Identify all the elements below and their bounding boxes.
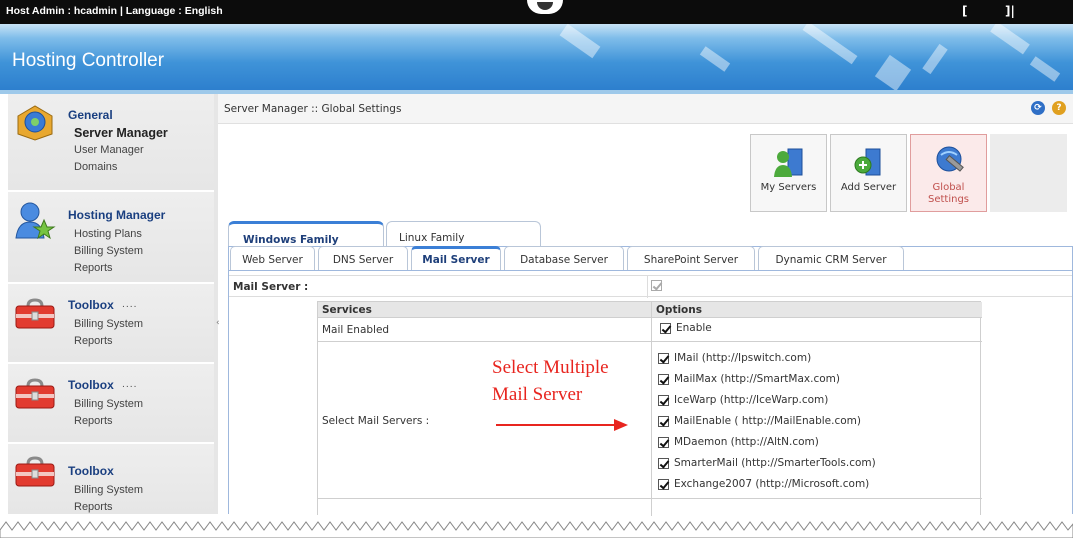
sidebar-section-toolbox: Toolbox .... Billing System Reports: [8, 284, 214, 364]
sidebar-item-reports[interactable]: Reports: [74, 501, 113, 513]
tab-dns-server[interactable]: DNS Server: [318, 246, 408, 270]
sidebar-heading-general[interactable]: General: [68, 108, 113, 122]
sidebar-item-hosting-plans[interactable]: Hosting Plans: [74, 228, 142, 240]
general-settings-icon: [17, 105, 53, 141]
imail-checkbox[interactable]: [658, 352, 669, 364]
tab-linux-family[interactable]: Linux Family: [386, 221, 541, 247]
banner-decoration: [990, 24, 1030, 55]
tab-web-server[interactable]: Web Server: [230, 246, 315, 270]
icewarp-label: IceWarp (http://IceWarp.com): [674, 394, 829, 406]
mail-server-options: IMail (http://Ipswitch.com) MailMax (htt…: [316, 294, 980, 508]
mail-server-option[interactable]: IMail (http://Ipswitch.com): [658, 352, 811, 364]
annotation-text: Select Multiple Mail Server: [492, 354, 609, 408]
mdaemon-checkbox[interactable]: [658, 436, 669, 448]
sidebar-item-reports[interactable]: Reports: [74, 335, 113, 347]
toolbox-ellipsis: ....: [122, 300, 138, 310]
mail-server-label: Mail Server :: [233, 281, 309, 293]
sidebar-section-general: General Server Manager User Manager Doma…: [8, 94, 214, 192]
sidebar-section-toolbox: Toolbox .... Billing System Reports: [8, 364, 214, 444]
session-info: Host Admin : hcadmin | Language : Englis…: [6, 5, 223, 17]
refresh-icon[interactable]: ⟳: [1031, 101, 1045, 115]
banner-decoration: [922, 43, 948, 75]
smartermail-checkbox[interactable]: [658, 457, 669, 469]
mdaemon-label: MDaemon (http://AltN.com): [674, 436, 819, 448]
imail-label: IMail (http://Ipswitch.com): [674, 352, 812, 364]
banner-decoration: [1029, 56, 1061, 82]
my-servers-label: My Servers: [760, 182, 817, 193]
exchange2007-checkbox[interactable]: [658, 478, 669, 490]
toolbox-icon: [15, 298, 55, 329]
sidebar-heading-toolbox[interactable]: Toolbox: [68, 464, 114, 478]
tab-sharepoint-server[interactable]: SharePoint Server: [627, 246, 755, 270]
sidebar-item-billing-system[interactable]: Billing System: [74, 245, 143, 257]
mail-server-option[interactable]: SmarterMail (http://SmarterTools.com): [658, 457, 876, 469]
banner-decoration: [559, 24, 601, 59]
add-server-button[interactable]: Add Server: [830, 134, 907, 212]
sidebar-item-reports[interactable]: Reports: [74, 415, 113, 427]
toolbox-icon: [15, 378, 55, 409]
top-bar-bracket-left: [: [962, 4, 968, 18]
mailmax-checkbox[interactable]: [658, 373, 669, 385]
sidebar-item-server-manager[interactable]: Server Manager: [74, 126, 168, 140]
sidebar-section-toolbox: Toolbox Billing System Reports: [8, 444, 214, 514]
my-servers-button[interactable]: My Servers: [750, 134, 827, 212]
icewarp-checkbox[interactable]: [658, 394, 669, 406]
app-title: Hosting Controller: [12, 50, 165, 71]
annotation-line-2: Mail Server: [492, 384, 583, 405]
mailmax-label: MailMax (http://SmartMax.com): [674, 373, 840, 385]
sidebar: General Server Manager User Manager Doma…: [8, 94, 214, 514]
smartermail-label: SmarterMail (http://SmarterTools.com): [674, 457, 876, 469]
toolbox-icon: [15, 456, 55, 487]
mail-server-option[interactable]: MailMax (http://SmartMax.com): [658, 373, 840, 385]
add-server-label: Add Server: [840, 182, 897, 193]
sidebar-item-billing-system[interactable]: Billing System: [74, 318, 143, 330]
mail-server-option[interactable]: Exchange2007 (http://Microsoft.com): [658, 478, 869, 490]
sidebar-item-billing-system[interactable]: Billing System: [74, 484, 143, 496]
exchange2007-label: Exchange2007 (http://Microsoft.com): [674, 478, 870, 490]
global-settings-label: Global Settings: [927, 182, 969, 205]
sidebar-heading-hosting-manager[interactable]: Hosting Manager: [68, 208, 165, 222]
top-bar: Host Admin : hcadmin | Language : Englis…: [0, 0, 1073, 24]
global-settings-button[interactable]: Global Settings: [910, 134, 987, 212]
banner-decoration: [699, 46, 731, 72]
tab-windows-family[interactable]: Windows Family: [228, 221, 384, 247]
add-server-icon: [854, 148, 880, 176]
mailenable-checkbox[interactable]: [658, 415, 669, 427]
top-bar-bracket-right: ]|: [1005, 4, 1015, 18]
sidebar-heading-toolbox[interactable]: Toolbox: [68, 378, 114, 392]
sidebar-item-reports[interactable]: Reports: [74, 262, 113, 274]
banner-decoration: [874, 54, 912, 92]
mail-server-option[interactable]: IceWarp (http://IceWarp.com): [658, 394, 828, 406]
tab-database-server[interactable]: Database Server: [504, 246, 624, 270]
header-banner: Hosting Controller: [0, 24, 1073, 94]
sidebar-item-user-manager[interactable]: User Manager: [74, 144, 144, 156]
mailenable-label: MailEnable ( http://MailEnable.com): [674, 415, 861, 427]
toolbox-ellipsis: ....: [122, 380, 138, 390]
toolbar-spacer: [990, 134, 1067, 212]
annotation-line-1: Select Multiple: [492, 357, 609, 378]
global-settings-icon: [936, 146, 964, 172]
torn-page-edge: [0, 521, 1073, 538]
mail-server-checkbox[interactable]: [651, 280, 662, 291]
sidebar-section-hosting-manager: Hosting Manager Hosting Plans Billing Sy…: [8, 192, 214, 284]
breadcrumb-bar: Server Manager :: Global Settings ⟳ ?: [218, 94, 1073, 124]
annotation-arrow-icon: [496, 419, 628, 431]
my-servers-icon: [773, 148, 802, 177]
tab-dynamic-crm-server[interactable]: Dynamic CRM Server: [758, 246, 904, 270]
collapse-handle-icon[interactable]: [527, 0, 563, 14]
hosting-user-icon: [15, 202, 56, 240]
sidebar-item-domains[interactable]: Domains: [74, 161, 117, 173]
banner-decoration: [802, 24, 858, 65]
main-content: Server Manager :: Global Settings ⟳ ? My…: [218, 94, 1073, 516]
sidebar-heading-toolbox[interactable]: Toolbox: [68, 298, 114, 312]
mail-server-option[interactable]: MDaemon (http://AltN.com): [658, 436, 819, 448]
tab-mail-server[interactable]: Mail Server: [411, 246, 501, 270]
breadcrumb: Server Manager :: Global Settings: [224, 103, 402, 115]
mail-server-option[interactable]: MailEnable ( http://MailEnable.com): [658, 415, 861, 427]
help-icon[interactable]: ?: [1052, 101, 1066, 115]
sidebar-item-billing-system[interactable]: Billing System: [74, 398, 143, 410]
